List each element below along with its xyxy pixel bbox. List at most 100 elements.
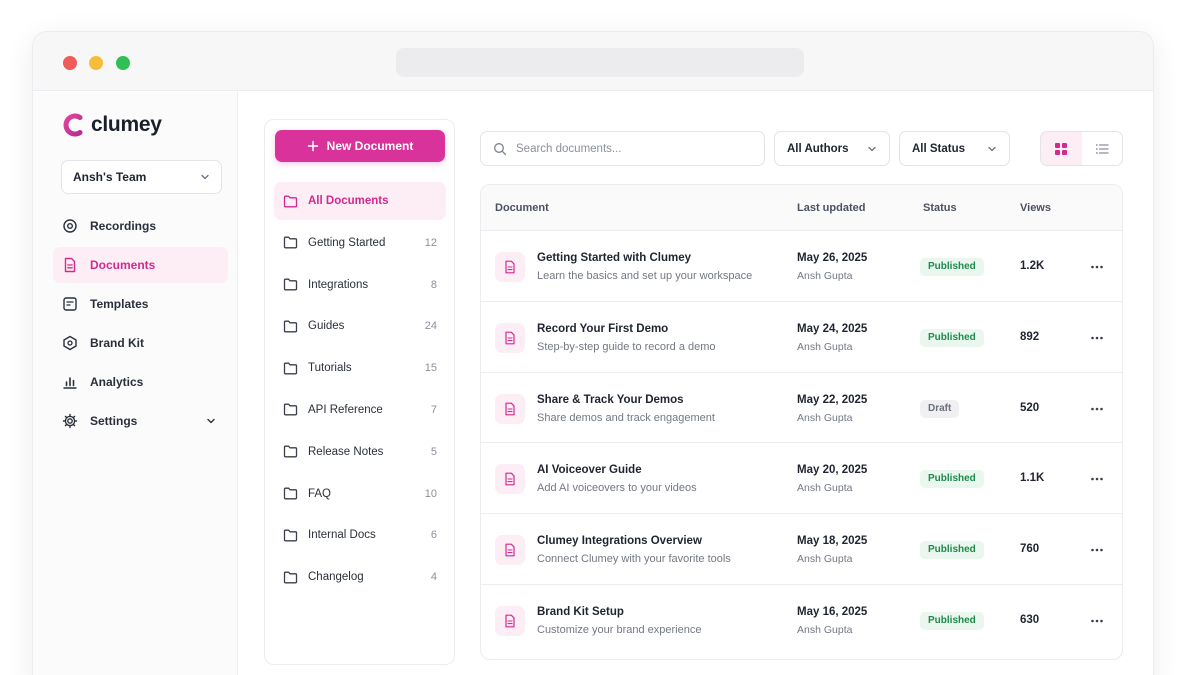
view-toggle: [1040, 131, 1123, 166]
logo[interactable]: clumey: [61, 112, 162, 138]
more-options-icon[interactable]: [1089, 330, 1105, 346]
folder-icon: [283, 571, 298, 584]
view-count: 892: [1020, 330, 1040, 343]
folder-count: 6: [430, 529, 437, 542]
search-icon: [494, 142, 507, 155]
folder-count: 15: [424, 362, 437, 375]
folder-item[interactable]: Changelog 4: [274, 558, 446, 596]
document-icon: [495, 464, 525, 495]
brand-name: clumey: [91, 113, 162, 136]
nav-label: Analytics: [90, 375, 144, 389]
nav-item-settings[interactable]: Settings: [53, 403, 228, 439]
chevron-down-icon: [868, 146, 876, 151]
document-title[interactable]: AI Voiceover Guide: [537, 464, 642, 476]
folder-icon: [283, 362, 298, 375]
view-count: 760: [1020, 543, 1040, 556]
view-count: 1.1K: [1020, 472, 1045, 485]
address-bar[interactable]: [396, 48, 804, 77]
view-count: 1.2K: [1020, 260, 1045, 272]
nav-label: Documents: [90, 258, 156, 272]
folder-icon: [283, 445, 298, 458]
table-row[interactable]: AI Voiceover Guide Add AI voiceovers to y…: [481, 443, 1122, 515]
document-title[interactable]: Brand Kit Setup: [537, 606, 624, 618]
status-badge: Published: [920, 328, 984, 347]
nav-item-templates[interactable]: Templates: [53, 286, 228, 322]
folder-item[interactable]: Internal Docs 6: [274, 516, 446, 554]
table-row[interactable]: Brand Kit Setup Customize your brand expe…: [481, 585, 1122, 656]
status-filter[interactable]: All Status: [899, 131, 1010, 166]
close-window-button[interactable]: [63, 56, 77, 70]
nav-label: Templates: [90, 297, 149, 311]
folder-count: 24: [424, 320, 437, 333]
folder-label: Tutorials: [308, 362, 352, 375]
folder-icon: [283, 278, 298, 291]
nav-item-brand-kit[interactable]: Brand Kit: [53, 325, 228, 361]
record-icon: [63, 219, 77, 233]
last-updated-date: May 22, 2025: [797, 393, 868, 406]
folder-item[interactable]: All Documents: [274, 182, 446, 220]
author-name: Ansh Gupta: [797, 411, 853, 424]
more-options-icon[interactable]: [1089, 401, 1105, 417]
folder-count: 5: [430, 445, 437, 458]
nav-item-recordings[interactable]: Recordings: [53, 208, 228, 244]
list-view-button[interactable]: [1082, 132, 1123, 165]
status-badge: Published: [920, 541, 984, 560]
last-updated-date: May 20, 2025: [797, 464, 868, 477]
more-options-icon[interactable]: [1089, 542, 1105, 558]
folder-item[interactable]: API Reference 7: [274, 391, 446, 429]
author-name: Ansh Gupta: [797, 340, 853, 353]
more-options-icon[interactable]: [1089, 259, 1105, 275]
document-title[interactable]: Share & Track Your Demos: [537, 394, 684, 406]
folder-label: Internal Docs: [308, 529, 376, 542]
folder-label: Release Notes: [308, 445, 384, 458]
app-window: clumey Ansh's Team Recordings Documents …: [33, 32, 1153, 675]
document-title[interactable]: Clumey Integrations Overview: [537, 535, 702, 547]
maximize-window-button[interactable]: [116, 56, 130, 70]
folder-item[interactable]: Integrations 8: [274, 266, 446, 304]
authors-filter[interactable]: All Authors: [774, 131, 890, 166]
document-title[interactable]: Record Your First Demo: [537, 323, 668, 335]
document-icon: [495, 535, 525, 566]
team-selector[interactable]: Ansh's Team: [61, 160, 222, 194]
folder-count: 10: [424, 487, 437, 500]
folder-item[interactable]: FAQ 10: [274, 475, 446, 513]
gear-icon: [62, 413, 78, 429]
new-document-button[interactable]: New Document: [275, 130, 445, 162]
folder-item[interactable]: Release Notes 5: [274, 433, 446, 471]
author-name: Ansh Gupta: [797, 623, 853, 636]
title-bar: [33, 32, 1153, 91]
search-box[interactable]: [480, 131, 765, 166]
document-description: Customize your brand experience: [537, 623, 702, 636]
minimize-window-button[interactable]: [89, 56, 103, 70]
grid-view-button[interactable]: [1041, 132, 1082, 165]
table-row[interactable]: Record Your First Demo Step-by-step guide…: [481, 302, 1122, 373]
nav-item-analytics[interactable]: Analytics: [53, 364, 228, 400]
chevron-down-icon: [988, 146, 996, 151]
search-input[interactable]: [516, 142, 752, 155]
last-updated-date: May 16, 2025: [797, 605, 868, 618]
template-icon: [63, 297, 77, 311]
column-header-views[interactable]: Views: [1020, 202, 1051, 214]
view-count: 630: [1020, 613, 1040, 626]
table-row[interactable]: Getting Started with Clumey Learn the bas…: [481, 231, 1122, 302]
column-header-document[interactable]: Document: [495, 202, 549, 214]
more-options-icon[interactable]: [1089, 613, 1105, 629]
nav-label: Brand Kit: [90, 336, 144, 350]
column-header-status[interactable]: Status: [923, 202, 957, 214]
table-row[interactable]: Clumey Integrations Overview Connect Clum…: [481, 514, 1122, 585]
document-icon: [495, 605, 525, 636]
more-options-icon[interactable]: [1089, 471, 1105, 487]
document-title[interactable]: Getting Started with Clumey: [537, 252, 691, 264]
folder-item[interactable]: Tutorials 15: [274, 349, 446, 387]
column-header-last-updated[interactable]: Last updated: [797, 202, 865, 214]
last-updated-date: May 18, 2025: [797, 535, 868, 548]
document-icon: [495, 322, 525, 353]
folder-item[interactable]: Getting Started 12: [274, 224, 446, 262]
nav-item-documents[interactable]: Documents: [53, 247, 228, 283]
folder-icon: [283, 320, 298, 333]
table-row[interactable]: Share & Track Your Demos Share demos and …: [481, 373, 1122, 444]
folder-label: Getting Started: [308, 236, 386, 249]
document-description: Add AI voiceovers to your videos: [537, 482, 697, 495]
grid-icon: [1055, 142, 1068, 155]
folder-item[interactable]: Guides 24: [274, 307, 446, 345]
